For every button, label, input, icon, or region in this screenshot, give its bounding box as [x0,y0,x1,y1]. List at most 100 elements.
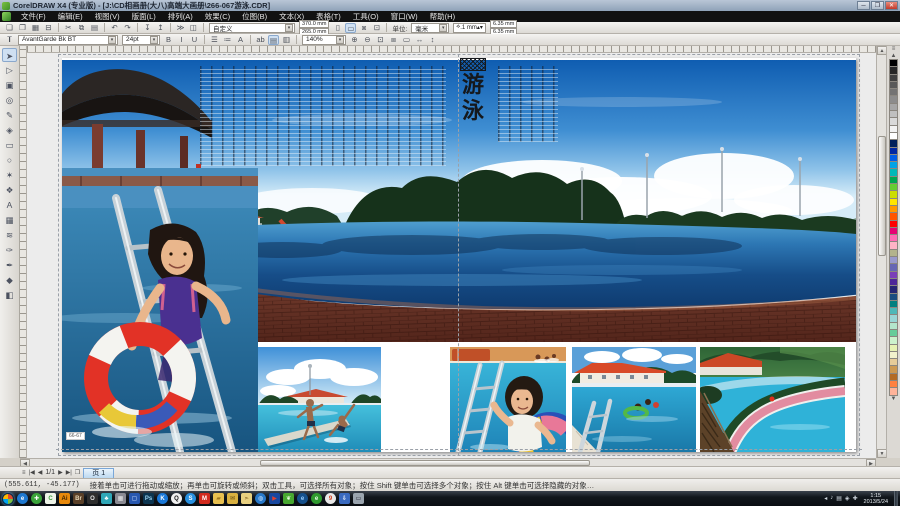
taskbar-folder[interactable]: ▰ [213,493,224,504]
taskbar-office-app[interactable]: O [87,493,98,504]
copy-button[interactable]: ⧉ [76,23,87,33]
start-button[interactable] [2,493,14,505]
taskbar-mail-client[interactable]: ✉ [227,493,238,504]
taskbar-ie-blue[interactable]: e [297,493,308,504]
interactive-fill-tool[interactable]: ◧ [2,288,17,302]
portrait-button[interactable]: ▯ [332,23,343,33]
minimize-button[interactable]: ─ [857,1,870,10]
italic-button[interactable]: I [176,35,187,45]
menu-item[interactable]: 位图(B) [236,11,273,22]
taskbar-globe-app[interactable]: ◍ [255,493,266,504]
prev-page-button[interactable]: ◀ [38,469,43,476]
menu-item[interactable]: 效果(C) [199,11,236,22]
eyedropper-tool[interactable]: ✑ [2,243,17,257]
taskbar-pointer-app[interactable]: ➣ [241,493,252,504]
photo-girl-ladder-ring[interactable] [450,347,566,452]
zoom-page-button[interactable]: ▭ [401,35,412,45]
welcome-screen-button[interactable]: ◫ [188,23,199,33]
open-button[interactable]: ❐ [17,23,28,33]
duplicate-x-field[interactable]: 6.35 mm [490,20,517,28]
menu-item[interactable]: 视图(V) [89,11,126,22]
paper-preset-combo[interactable]: 自定义▾ [209,23,295,33]
taskbar-media-player[interactable]: ▶ [269,493,280,504]
taskbar-desktop-tool[interactable]: ▭ [353,493,364,504]
menu-item[interactable]: 窗口(W) [385,11,424,22]
tray-hidden-icons-icon[interactable]: ◂ [824,495,827,502]
horizontal-scrollbar[interactable]: ◀ ▶ [20,458,876,466]
export-button[interactable]: ↥ [155,23,166,33]
smart-fill-tool[interactable]: ◈ [2,123,17,137]
bullets-button[interactable]: ≔ [222,35,233,45]
font-size-combo[interactable]: 24pt▾ [122,35,160,45]
palette-scroll-down-icon[interactable]: ▼ [891,396,897,403]
drop-cap-button[interactable]: A [235,35,246,45]
vertical-poem-text-right[interactable] [498,66,558,142]
taskbar-360-safety[interactable]: ✚ [31,493,42,504]
taskbar-mail-m[interactable]: M [199,493,210,504]
taskbar-green-bird-app[interactable]: ❦ [283,493,294,504]
menu-item[interactable]: 排列(A) [162,11,199,22]
photo-girl-swim-ring[interactable] [62,168,258,452]
menu-item[interactable]: 工具(O) [347,11,385,22]
zoom-selected-button[interactable]: ⊡ [375,35,386,45]
font-combo[interactable]: AvantGarde Bk BT▾ [18,35,118,45]
paste-button[interactable]: ▤ [89,23,100,33]
taskbar-clock[interactable]: 1:15 2013/5/24 [861,493,891,505]
landscape-button[interactable]: ▭ [345,23,356,33]
print-button[interactable]: ⊟ [43,23,54,33]
redo-button[interactable]: ↷ [122,23,133,33]
last-page-button[interactable]: ▶| [66,469,72,476]
page-flyout-icon[interactable]: ≡ [22,470,26,476]
taskbar-download-manager[interactable]: ⇩ [339,493,350,504]
outline-pen-tool[interactable]: ✒ [2,258,17,272]
horizontal-ruler[interactable] [27,46,876,53]
drawing-canvas[interactable]: 游 泳 [27,53,876,458]
taskbar-sogou-browser[interactable]: S [185,493,196,504]
save-button[interactable]: ▦ [30,23,41,33]
taskbar-360-search[interactable]: 9 [325,493,336,504]
swimming-title-seal[interactable]: 游 泳 [452,58,494,132]
show-desktop-button[interactable] [894,491,898,506]
tray-input-method-icon[interactable]: ✚ [853,495,858,502]
taskbar-bridge[interactable]: Br [73,493,84,504]
alignment-button[interactable]: ☰ [209,35,220,45]
menu-item[interactable]: 帮助(H) [424,11,461,22]
menu-item[interactable]: 文件(F) [15,11,52,22]
menu-item[interactable]: 编辑(E) [52,11,89,22]
vertical-scroll-thumb[interactable] [878,136,886,256]
fill-tool[interactable]: ◆ [2,273,17,287]
polygon-tool[interactable]: ✶ [2,168,17,182]
cut-button[interactable]: ✂ [63,23,74,33]
zoom-tool[interactable]: ◎ [2,93,17,107]
shape-tool[interactable]: ▷ [2,63,17,77]
photo-winding-pool[interactable] [700,347,845,452]
pick-tool[interactable]: ➤ [2,48,17,62]
nudge-offset-field[interactable]: ⟡ .1 mm ▴▾ [453,23,486,33]
app-launcher-button[interactable]: ≫ [175,23,186,33]
photo-pool-red-roof[interactable] [572,347,696,452]
new-document-button[interactable]: ❏ [4,23,15,33]
zoom-out-button[interactable]: ⊖ [362,35,373,45]
tray-safety-icon[interactable]: ◈ [845,495,850,502]
taskbar-kugou-music[interactable]: K [157,493,168,504]
palette-color-swatch[interactable] [889,387,898,395]
taskbar-illustrator[interactable]: Ai [59,493,70,504]
vertical-scrollbar[interactable]: ▲ ▼ [876,46,886,458]
basic-shapes-tool[interactable]: ❖ [2,183,17,197]
underline-button[interactable]: U [189,35,200,45]
tray-network-icon[interactable]: ▤ [836,495,842,502]
zoom-all-button[interactable]: ⧈ [388,35,399,45]
vertical-poem-text[interactable] [200,66,446,166]
taskbar-blue-window-app[interactable]: ▢ [129,493,140,504]
document-spread-page[interactable]: 游 泳 [62,58,856,452]
freehand-tool[interactable]: ✎ [2,108,17,122]
table-tool[interactable]: ▦ [2,213,17,227]
first-page-button[interactable]: |◀ [29,469,35,476]
close-button[interactable]: ✕ [885,1,898,10]
taskbar-coreldraw[interactable]: C [45,493,56,504]
rectangle-tool[interactable]: ▭ [2,138,17,152]
zoom-level-combo[interactable]: 140%▾ [302,35,346,45]
photo-boys-diving-board[interactable] [258,347,381,452]
vertical-text-button[interactable]: ▥ [281,35,292,45]
taskbar-photoshop[interactable]: Ps [143,493,154,504]
